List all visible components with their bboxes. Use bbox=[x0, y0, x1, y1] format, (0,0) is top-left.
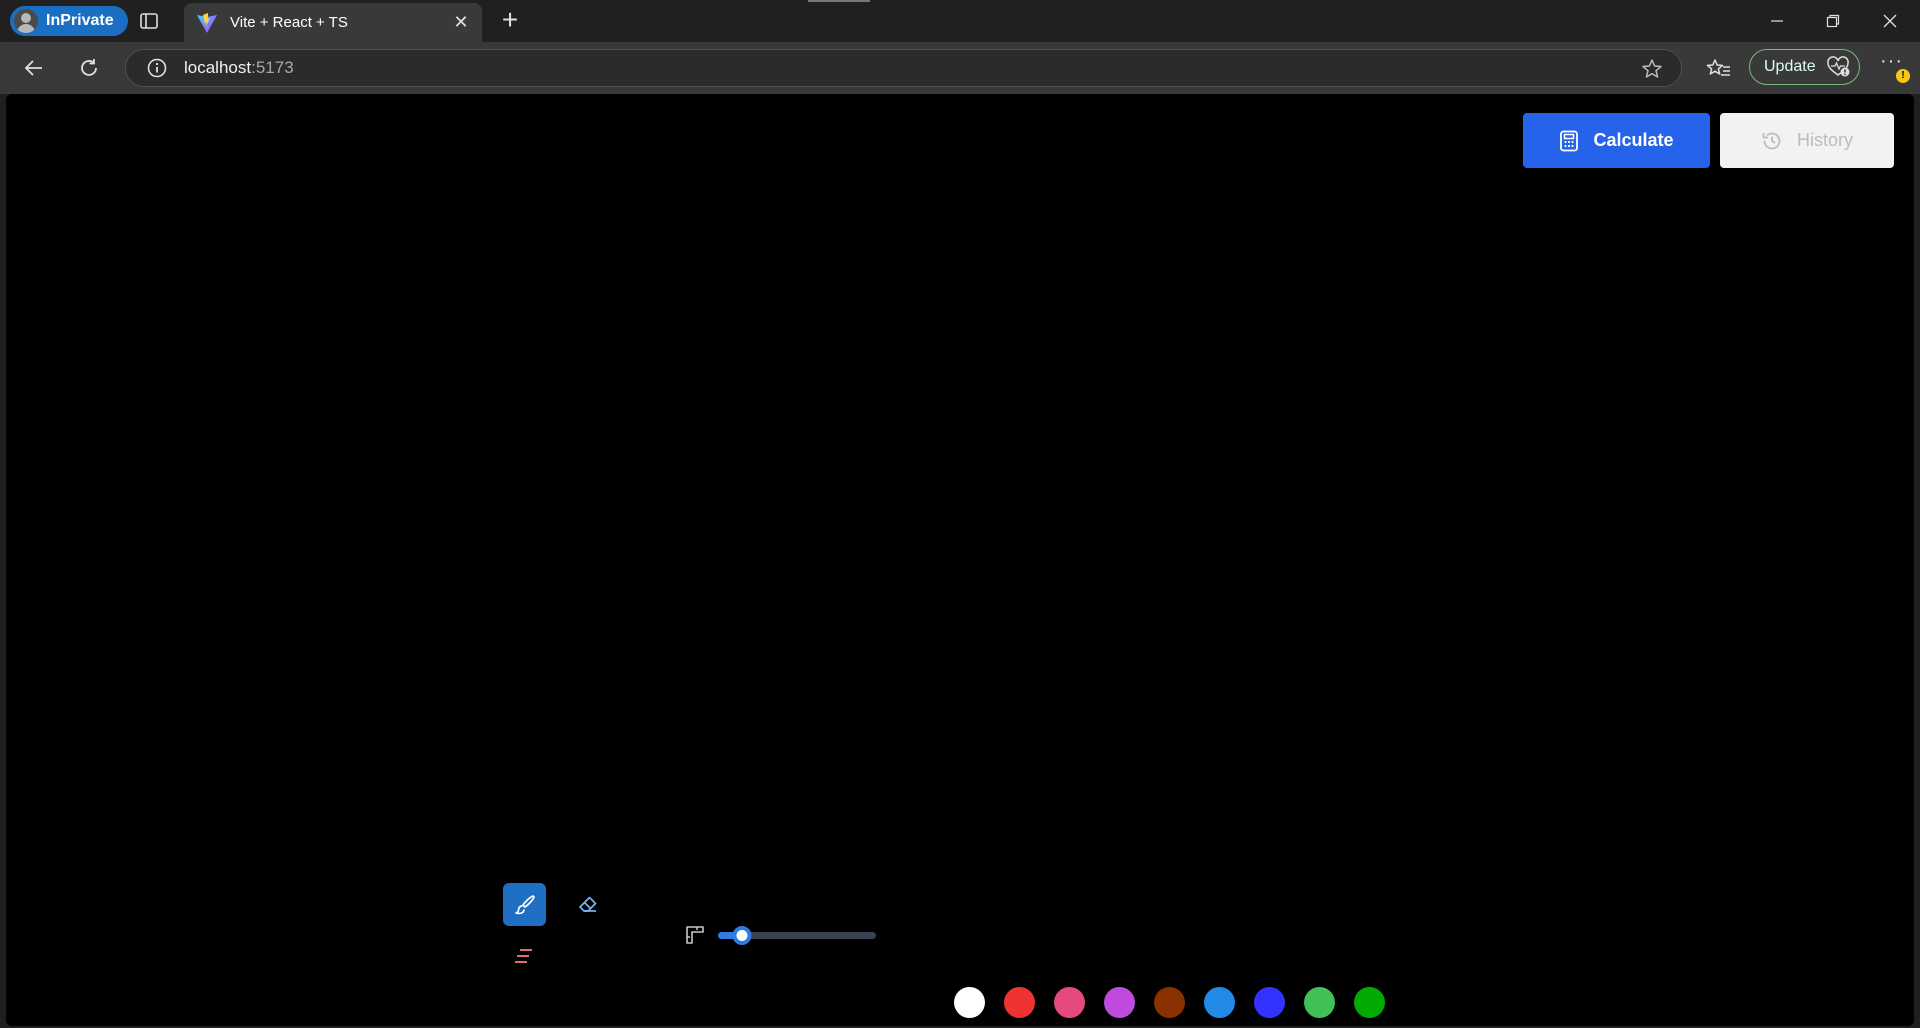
drag-indicator bbox=[808, 0, 870, 2]
history-icon bbox=[1762, 132, 1781, 149]
refresh-icon[interactable] bbox=[73, 52, 105, 84]
new-tab-icon[interactable]: + bbox=[498, 6, 522, 34]
color-swatch[interactable] bbox=[1304, 987, 1335, 1018]
inprivate-label: InPrivate bbox=[46, 12, 114, 29]
color-swatch[interactable] bbox=[1154, 987, 1185, 1018]
eraser-tool-button[interactable] bbox=[572, 888, 604, 920]
vite-favicon-icon bbox=[197, 12, 217, 33]
warning-badge-icon: ! bbox=[1896, 69, 1910, 83]
restore-icon[interactable] bbox=[1805, 0, 1861, 42]
url-host: localhost bbox=[184, 58, 252, 77]
brush-size-slider[interactable] bbox=[718, 926, 876, 945]
color-swatch[interactable] bbox=[1104, 987, 1135, 1018]
color-swatch[interactable] bbox=[904, 987, 935, 1018]
color-swatch[interactable] bbox=[1254, 987, 1285, 1018]
color-swatch[interactable] bbox=[1004, 987, 1035, 1018]
browser-window: InPrivate Vite + React + TS ✕ + localhos… bbox=[0, 0, 1920, 1028]
calculate-button[interactable]: Calculate bbox=[1523, 113, 1710, 168]
tab-bar: InPrivate Vite + React + TS ✕ + bbox=[0, 0, 1920, 42]
color-swatch[interactable] bbox=[954, 987, 985, 1018]
inprivate-badge[interactable]: InPrivate bbox=[10, 6, 128, 36]
color-swatch[interactable] bbox=[1054, 987, 1085, 1018]
calculate-label: Calculate bbox=[1593, 130, 1674, 150]
close-window-icon[interactable] bbox=[1862, 0, 1918, 42]
profile-avatar-icon bbox=[14, 9, 38, 33]
health-heart-icon bbox=[1826, 56, 1850, 77]
address-toolbar: localhost:5173 Update ··· ! bbox=[0, 42, 1920, 94]
tab-close-icon[interactable]: ✕ bbox=[452, 12, 470, 32]
tab-actions-icon[interactable] bbox=[139, 11, 159, 31]
tab-active[interactable]: Vite + React + TS ✕ bbox=[184, 3, 482, 42]
site-info-icon[interactable] bbox=[146, 57, 168, 79]
brush-icon bbox=[514, 894, 535, 914]
favorites-icon[interactable] bbox=[1706, 56, 1732, 82]
eraser-icon bbox=[579, 896, 597, 912]
back-icon[interactable] bbox=[18, 52, 50, 84]
update-label: Update bbox=[1764, 58, 1816, 75]
favorite-star-icon[interactable] bbox=[1641, 58, 1663, 80]
calculator-icon bbox=[1560, 130, 1579, 151]
tab-title: Vite + React + TS bbox=[230, 14, 348, 31]
brush-tool-button[interactable] bbox=[503, 883, 546, 926]
brush-size-icon bbox=[686, 926, 704, 944]
color-swatch[interactable] bbox=[1354, 987, 1385, 1018]
drawing-canvas[interactable]: Calculate History bbox=[6, 94, 1914, 1026]
url-port: :5173 bbox=[251, 58, 294, 77]
color-swatch[interactable] bbox=[1204, 987, 1235, 1018]
update-button[interactable]: Update bbox=[1749, 49, 1860, 85]
more-menu-icon[interactable]: ··· ! bbox=[1878, 50, 1912, 83]
clear-menu-icon[interactable] bbox=[508, 940, 540, 972]
history-button[interactable]: History bbox=[1720, 113, 1894, 168]
address-bar[interactable]: localhost:5173 bbox=[125, 49, 1682, 87]
slider-thumb[interactable] bbox=[732, 926, 752, 945]
minimize-icon[interactable] bbox=[1749, 0, 1805, 42]
history-label: History bbox=[1796, 130, 1853, 150]
